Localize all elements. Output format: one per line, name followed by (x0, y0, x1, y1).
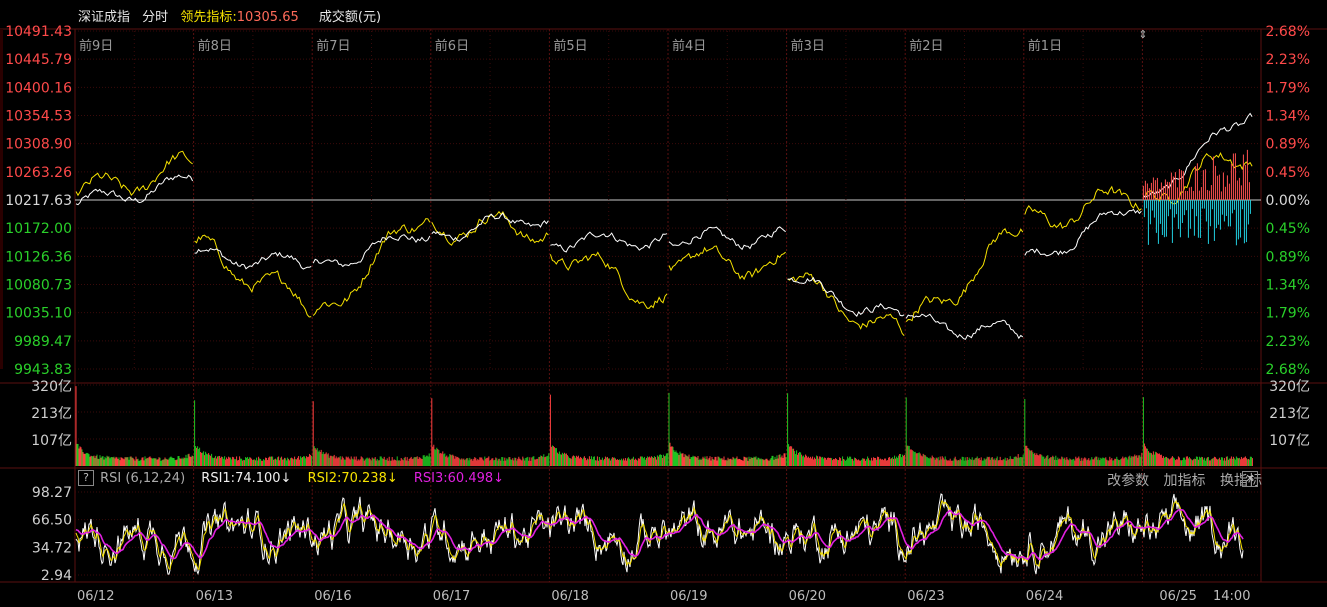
rsi-header: ? RSI (6,12,24) RSI1:74.100↓ RSI2:70.238… (78, 470, 506, 488)
date-label: 06/20 (789, 589, 826, 604)
leading-indicator-value: 10305.65 (236, 10, 299, 25)
change-params-button[interactable]: 改参数 (1107, 473, 1149, 489)
leading-indicator-label: 领先指标:10305.65 (180, 10, 306, 25)
volume-label-right: 320亿 (1269, 379, 1310, 395)
date-label: 06/16 (314, 589, 351, 604)
percent-label-right: 0.00% (1266, 193, 1310, 209)
percent-label-right: 0.89% (1266, 249, 1310, 265)
volume-label-left: 213亿 (31, 406, 72, 422)
price-label-left: 9943.83 (14, 362, 72, 378)
percent-label-right: 1.34% (1266, 278, 1310, 294)
add-indicator-button[interactable]: 加指标 (1164, 473, 1206, 489)
day-label: 前6日 (435, 38, 469, 54)
day-label: 前5日 (553, 38, 587, 54)
date-label: 06/17 (433, 589, 470, 604)
date-label: 06/24 (1026, 589, 1063, 604)
date-label: 06/19 (670, 589, 707, 604)
percent-label-right: 2.23% (1266, 52, 1310, 68)
volume-label-left: 320亿 (31, 379, 72, 395)
price-label-left: 10308.90 (5, 137, 72, 153)
percent-label-right: 2.68% (1266, 362, 1310, 378)
day-label: 前7日 (316, 38, 350, 54)
day-label: 前8日 (198, 38, 232, 54)
price-label-left: 10400.16 (5, 80, 72, 96)
date-label: 06/12 (77, 589, 114, 604)
percent-label-right: 1.79% (1266, 80, 1310, 96)
day-label: 前4日 (672, 38, 706, 54)
chart-header: 深证成指 分时 领先指标:10305.65 成交额(元) (78, 6, 389, 26)
index-name[interactable]: 深证成指 (78, 10, 130, 25)
price-label-left: 10354.53 (5, 109, 72, 125)
chart-canvas: 10491.43 2.68% 10445.79 2.23% 10400.16 1.79% 1… (0, 24, 1327, 604)
rsi-axis-label: 66.50 (32, 513, 72, 529)
rsi3-value: RSI3:60.498↓ (413, 470, 505, 486)
price-label-left: 10172.00 (5, 221, 72, 237)
rsi-name[interactable]: RSI (6,12,24) (100, 471, 185, 486)
price-label-left: 10217.63 (5, 193, 72, 209)
volume-label-right: 213亿 (1269, 406, 1310, 422)
rsi1-value: RSI1:74.100↓ (201, 470, 292, 486)
left-scroll-strip (0, 29, 3, 369)
percent-label-right: 0.45% (1266, 221, 1310, 237)
rsi-axis-label: 34.72 (32, 540, 72, 556)
price-label-left: 10035.10 (5, 306, 72, 322)
price-label-left: 10126.36 (5, 249, 72, 265)
indicator-buttons: 改参数 加指标 换指标 (1097, 470, 1262, 490)
rsi-axis-label: 98.27 (32, 485, 72, 501)
price-label-left: 10080.73 (5, 278, 72, 294)
price-label-left: 10491.43 (5, 24, 72, 40)
rsi-help-button[interactable]: ? (78, 470, 94, 486)
volume-label: 成交额(元) (318, 10, 382, 25)
day-label: 前2日 (909, 38, 943, 54)
percent-label-right: 2.23% (1266, 334, 1310, 350)
price-label-left: 10445.79 (5, 52, 72, 68)
volume-label-left: 107亿 (31, 433, 72, 449)
day-label: 前1日 (1028, 38, 1062, 54)
date-label: 06/18 (551, 589, 588, 604)
rsi-axis-label: 2.94 (41, 568, 72, 584)
percent-label-right: 1.34% (1266, 109, 1310, 125)
rsi2-value: RSI2:70.238↓ (307, 470, 398, 486)
date-label: 06/13 (196, 589, 233, 604)
percent-label-right: 0.45% (1266, 165, 1310, 181)
leading-label-text: 领先指标: (180, 10, 237, 25)
cursor-marker: ⇕ (1138, 28, 1147, 41)
percent-label-right: 2.68% (1266, 24, 1310, 40)
volume-label-right: 107亿 (1269, 433, 1310, 449)
close-indicator-button[interactable]: ✕ (1242, 471, 1258, 487)
date-label: 14:00 (1213, 589, 1250, 604)
day-label: 前3日 (791, 38, 825, 54)
percent-label-right: 0.89% (1266, 137, 1310, 153)
price-label-left: 9989.47 (14, 334, 72, 350)
price-label-left: 10263.26 (5, 165, 72, 181)
percent-label-right: 1.79% (1266, 306, 1310, 322)
day-label: 前9日 (79, 38, 113, 54)
period-label[interactable]: 分时 (142, 10, 168, 25)
date-label: 06/25 (1159, 589, 1196, 604)
rsi1-line (75, 493, 1244, 576)
date-label: 06/23 (907, 589, 944, 604)
